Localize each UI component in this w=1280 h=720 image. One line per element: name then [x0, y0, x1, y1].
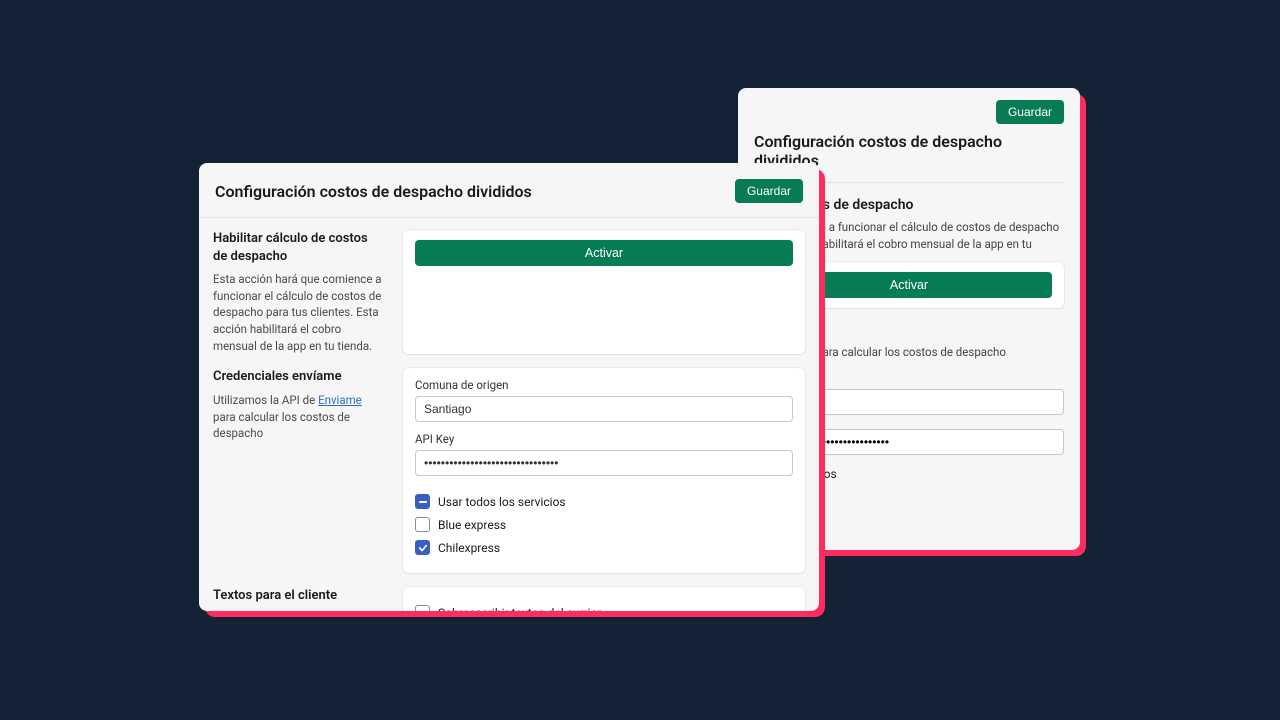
save-button-back[interactable]: Guardar — [996, 100, 1064, 124]
save-button[interactable]: Guardar — [735, 179, 803, 203]
activate-panel: Activar — [403, 230, 805, 354]
checkbox-override-texts[interactable] — [415, 605, 430, 611]
checkbox-all-services[interactable] — [415, 494, 430, 509]
checkbox-label-chile: Chilexpress — [438, 541, 500, 555]
checkbox-label-blue: Blue express — [438, 518, 506, 532]
activate-button[interactable]: Activar — [415, 240, 793, 266]
comuna-input[interactable] — [415, 396, 793, 422]
credentials-panel: Comuna de origen API Key Usar todos los … — [403, 368, 805, 573]
apikey-input[interactable] — [415, 450, 793, 476]
section-desc-calc: Esta acción hará que comience a funciona… — [213, 271, 383, 354]
checkbox-chilexpress[interactable] — [415, 540, 430, 555]
checkbox-label-all: Usar todos los servicios — [438, 495, 566, 509]
apikey-label: API Key — [415, 432, 793, 446]
section-heading-cred: Credenciales envíame — [213, 368, 383, 386]
checkbox-row-blue[interactable]: Blue express — [415, 517, 793, 532]
texts-panel: Sobreescribir textos del currier — [403, 587, 805, 611]
card-header: Configuración costos de despacho dividid… — [199, 163, 819, 218]
front-settings-card: Configuración costos de despacho dividid… — [199, 163, 819, 611]
check-icon — [418, 543, 428, 553]
checkbox-row-all[interactable]: Usar todos los servicios — [415, 494, 793, 509]
section-desc-cred: Utilizamos la API de Enviame para calcul… — [213, 392, 383, 442]
page-title: Configuración costos de despacho dividid… — [215, 182, 532, 201]
section-enable-calc: Habilitar cálculo de costos de despacho … — [213, 230, 805, 354]
checkbox-row-chile[interactable]: Chilexpress — [415, 540, 793, 555]
checkbox-row-override[interactable]: Sobreescribir textos del currier — [415, 605, 793, 611]
section-client-texts: Textos para el cliente Decide si vas a u… — [213, 587, 805, 611]
checkbox-blue-express[interactable] — [415, 517, 430, 532]
section-heading-calc: Habilitar cálculo de costos de despacho — [213, 230, 383, 265]
enviame-link[interactable]: Enviame — [318, 393, 362, 407]
comuna-label: Comuna de origen — [415, 378, 793, 392]
section-credentials: Credenciales envíame Utilizamos la API d… — [213, 368, 805, 573]
section-heading-texts: Textos para el cliente — [213, 587, 383, 605]
checkbox-label-override: Sobreescribir textos del currier — [438, 606, 601, 611]
